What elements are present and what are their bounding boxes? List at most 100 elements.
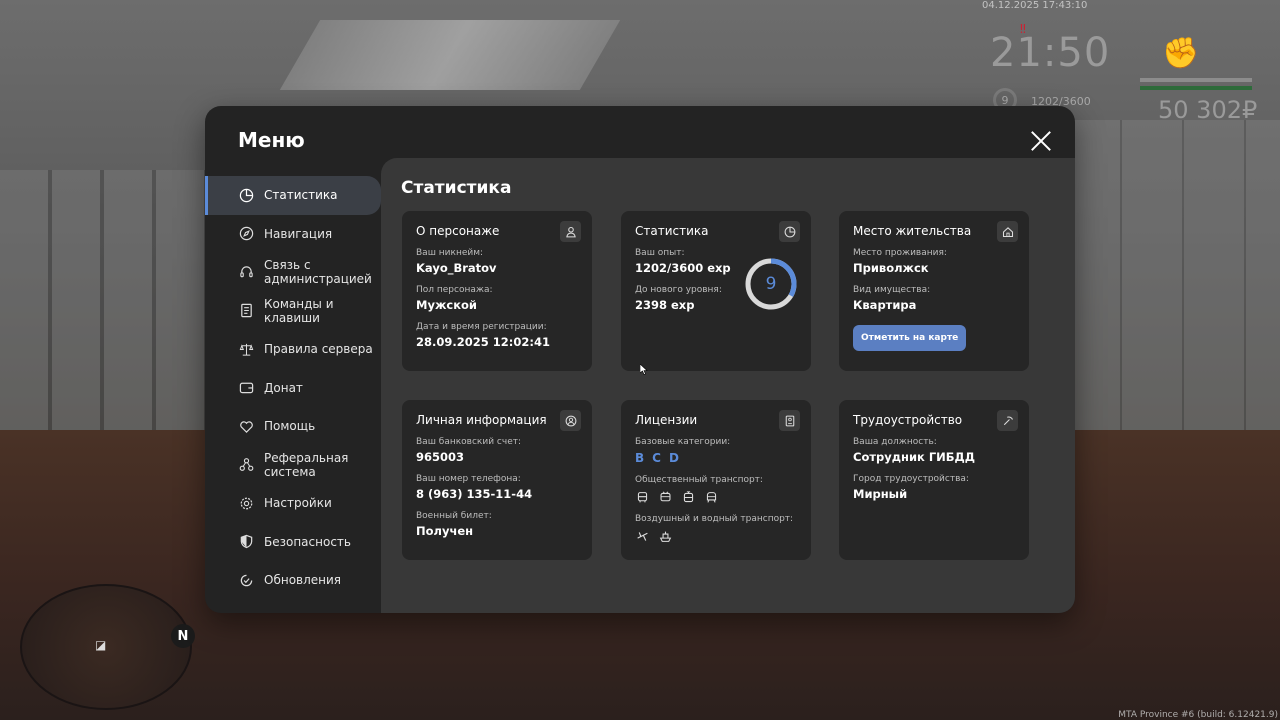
- sidebar-item-label: Обновления: [264, 573, 342, 588]
- house-icon: [997, 221, 1018, 242]
- bank-value: 965003: [416, 450, 465, 464]
- sidebar-item-navigation[interactable]: Навигация: [205, 215, 381, 254]
- property-value: Квартира: [853, 298, 917, 312]
- phone-value: 8 (963) 135-11-44: [416, 487, 533, 501]
- license-category: B: [635, 451, 645, 465]
- sidebar-item-help[interactable]: Помощь: [205, 407, 381, 446]
- heart-hand-icon: [238, 418, 254, 434]
- menu-title: Меню: [238, 128, 305, 152]
- gender-label: Пол персонажа:: [416, 285, 493, 295]
- public-transport-icons: [635, 490, 797, 504]
- page-title: Статистика: [401, 178, 512, 198]
- employment-card: Трудоустройство Ваша должность: Сотрудни…: [839, 400, 1029, 560]
- sidebar-item-admin-contact[interactable]: Связь с администрацией: [205, 253, 381, 292]
- sidebar-item-donate[interactable]: Донат: [205, 369, 381, 408]
- background-window: [0, 170, 210, 470]
- sidebar-item-label: Безопасность: [264, 534, 351, 549]
- nickname-value: Kayo_Bratov: [416, 261, 497, 275]
- wallet-icon: [238, 380, 254, 396]
- trolleybus-icon: [658, 490, 672, 504]
- mark-on-map-button[interactable]: Отметить на карте: [853, 325, 967, 351]
- character-card: О персонаже Ваш никнейм: Kayo_Bratov Пол…: [402, 211, 592, 371]
- sidebar-item-label: Связь с администрацией: [264, 258, 372, 287]
- sidebar-item-label: Навигация: [264, 226, 333, 241]
- document-icon: [238, 303, 254, 319]
- refresh-check-icon: [238, 572, 254, 588]
- card-title: Лицензии: [635, 413, 698, 427]
- health-bar: [1140, 78, 1252, 82]
- stats-card: Статистика Ваш опыт: 1202/3600 exp До но…: [621, 211, 811, 371]
- background-ceiling-light: [279, 20, 621, 90]
- sidebar-item-security[interactable]: Безопасность: [205, 523, 381, 562]
- scales-icon: [238, 341, 254, 357]
- card-title: Трудоустройство: [853, 413, 963, 427]
- property-label: Вид имущества:: [853, 285, 931, 295]
- gear-icon: [238, 495, 254, 511]
- sidebar-item-updates[interactable]: Обновления: [205, 561, 381, 600]
- pie-chart-icon: [779, 221, 800, 242]
- city-label: Город трудоустройства:: [853, 474, 969, 484]
- fist-icon: ✊: [1162, 36, 1200, 71]
- sidebar-item-label: Статистика: [264, 188, 338, 203]
- card-title: О персонаже: [416, 224, 500, 238]
- shield-icon: [238, 534, 254, 550]
- armor-bar: [1140, 86, 1252, 90]
- personal-info-card: Личная информация Ваш банковский счет: 9…: [402, 400, 592, 560]
- north-indicator-icon: N: [171, 624, 195, 648]
- residence-card: Место жительства Место проживания: Приво…: [839, 211, 1029, 371]
- nickname-label: Ваш никнейм:: [416, 248, 484, 258]
- residence-value: Приволжск: [853, 261, 929, 275]
- city-value: Мирный: [853, 487, 908, 501]
- sidebar-item-label: Донат: [264, 380, 303, 395]
- bus-icon: [635, 490, 649, 504]
- user-icon: [560, 221, 581, 242]
- licenses-card: Лицензии Базовые категории: B C D Общест…: [621, 400, 811, 560]
- sidebar-item-label: Реферальная система: [264, 450, 349, 479]
- sidebar-item-label: Команды и клавиши: [264, 296, 334, 325]
- id-card-icon: [779, 410, 800, 431]
- user-circle-icon: [560, 410, 581, 431]
- residence-label: Место проживания:: [853, 248, 947, 258]
- sidebar-item-referral[interactable]: Реферальная система: [205, 446, 381, 485]
- content-panel: Статистика О персонаже Ваш никнейм: Kayo…: [381, 158, 1075, 613]
- compass-icon: [238, 226, 254, 242]
- mouse-cursor-icon: [639, 360, 648, 379]
- sidebar-item-statistics[interactable]: Статистика: [205, 176, 381, 215]
- registration-label: Дата и время регистрации:: [416, 322, 547, 332]
- sidebar: Статистика Навигация Связь с администрац…: [205, 176, 381, 600]
- position-value: Сотрудник ГИБДД: [853, 450, 976, 464]
- air-water-label: Воздушный и водный транспорт:: [635, 514, 794, 524]
- sidebar-item-label: Помощь: [264, 419, 316, 434]
- registration-value: 28.09.2025 12:02:41: [416, 335, 550, 349]
- sidebar-item-rules[interactable]: Правила сервера: [205, 330, 381, 369]
- hud-datetime: 04.12.2025 17:43:10: [982, 0, 1088, 11]
- military-value: Получен: [416, 524, 474, 538]
- headset-icon: [238, 264, 254, 280]
- bank-label: Ваш банковский счет:: [416, 437, 522, 447]
- license-category: C: [652, 451, 661, 465]
- position-label: Ваша должность:: [853, 437, 937, 447]
- player-marker-icon: ◪: [95, 638, 107, 652]
- plane-icon: [635, 529, 649, 543]
- hud-money: 50 302₽: [1158, 96, 1258, 124]
- sidebar-item-label: Настройки: [264, 496, 332, 511]
- phone-label: Ваш номер телефона:: [416, 474, 521, 484]
- base-categories-label: Базовые категории:: [635, 437, 731, 447]
- sidebar-item-settings[interactable]: Настройки: [205, 484, 381, 523]
- tram-icon: [681, 490, 695, 504]
- level-progress-ring: 9: [744, 257, 798, 311]
- sidebar-item-label: Правила сервера: [264, 342, 373, 357]
- public-transport-label: Общественный транспорт:: [635, 475, 763, 485]
- network-icon: [238, 457, 254, 473]
- pie-chart-icon: [238, 187, 254, 203]
- card-title: Статистика: [635, 224, 709, 238]
- license-category: D: [668, 451, 679, 465]
- hud-status-bars: [1140, 78, 1252, 94]
- card-title: Личная информация: [416, 413, 547, 427]
- level-number: 9: [765, 274, 777, 294]
- license-categories: B C D: [635, 451, 797, 465]
- close-button[interactable]: [1030, 130, 1052, 152]
- pickaxe-icon: [997, 410, 1018, 431]
- sidebar-item-commands[interactable]: Команды и клавиши: [205, 292, 381, 331]
- gender-value: Мужской: [416, 298, 477, 312]
